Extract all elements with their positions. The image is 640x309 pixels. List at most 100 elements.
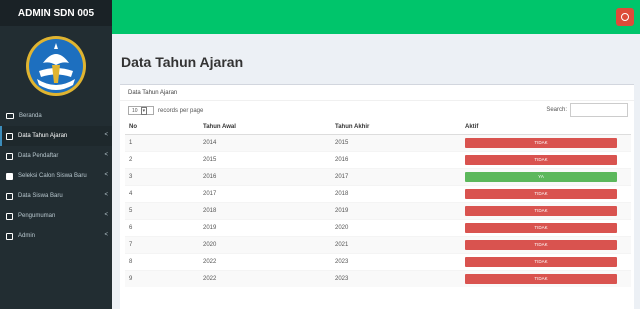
sidebar-item-pengumuman[interactable]: Pengumuman <: [0, 206, 112, 226]
cell-awal: 2020: [199, 235, 331, 253]
table-row: 4 2017 2018 TIDAK: [125, 184, 631, 202]
column-header-no[interactable]: No: [125, 121, 199, 135]
cell-no: 7: [125, 235, 199, 253]
cell-awal: 2014: [199, 133, 331, 151]
cell-aktif: TIDAK: [461, 133, 631, 151]
sidebar-item-label: Seleksi Calon Siswa Baru: [18, 173, 87, 179]
cell-akhir: 2018: [331, 184, 461, 202]
file-icon: [6, 192, 13, 200]
cell-awal: 2018: [199, 201, 331, 219]
file-icon: [6, 132, 13, 140]
column-header-tahun-akhir[interactable]: Tahun Akhir: [331, 121, 461, 135]
cell-no: 8: [125, 252, 199, 270]
chevron-left-icon: <: [104, 172, 108, 178]
file-icon: [6, 212, 13, 220]
status-toggle-button[interactable]: TIDAK: [465, 273, 617, 284]
box-header: Data Tahun Ajaran: [120, 85, 634, 101]
table-row: 2 2015 2016 TIDAK: [125, 150, 631, 168]
file-icon: [6, 152, 13, 160]
column-header-aktif[interactable]: Aktif: [461, 121, 631, 135]
logout-button[interactable]: [616, 8, 634, 26]
cell-no: 1: [125, 133, 199, 151]
sidebar-item-data-tahun-ajaran[interactable]: Data Tahun Ajaran <: [0, 126, 112, 146]
chevron-left-icon: <: [104, 212, 108, 218]
brand-title[interactable]: ADMIN SDN 005: [0, 0, 112, 26]
topbar: [112, 0, 640, 34]
cell-no: 6: [125, 218, 199, 236]
logo-area: [0, 26, 112, 106]
cell-no: 4: [125, 184, 199, 202]
table-row: 3 2016 2017 YA: [125, 167, 631, 185]
cell-no: 2: [125, 150, 199, 168]
sidebar-item-beranda[interactable]: Beranda: [0, 106, 112, 126]
cell-awal: 2022: [199, 269, 331, 287]
cell-akhir: 2023: [331, 269, 461, 287]
cell-akhir: 2020: [331, 218, 461, 236]
sidebar-item-label: Admin: [18, 233, 36, 239]
sidebar-item-label: Beranda: [19, 113, 42, 119]
table-row: 1 2014 2015 TIDAK: [125, 133, 631, 151]
status-toggle-button[interactable]: YA: [465, 171, 617, 182]
cell-akhir: 2016: [331, 150, 461, 168]
database-icon: [6, 172, 13, 180]
cell-akhir: 2021: [331, 235, 461, 253]
file-icon: [6, 232, 13, 240]
status-toggle-button[interactable]: TIDAK: [465, 205, 617, 216]
chevron-left-icon: <: [104, 192, 108, 198]
sidebar-item-data-siswa-baru[interactable]: Data Siswa Baru <: [0, 186, 112, 206]
cell-akhir: 2023: [331, 252, 461, 270]
sidebar-item-label: Data Siswa Baru: [18, 193, 63, 199]
monitor-icon: [6, 113, 14, 119]
cell-no: 9: [125, 269, 199, 287]
cell-aktif: TIDAK: [461, 252, 631, 270]
cell-awal: 2017: [199, 184, 331, 202]
cell-no: 3: [125, 167, 199, 185]
cell-aktif: TIDAK: [461, 235, 631, 253]
chevron-left-icon: <: [104, 152, 108, 158]
status-toggle-button[interactable]: TIDAK: [465, 188, 617, 199]
search-label: Search:: [546, 107, 567, 113]
power-icon: [621, 13, 629, 21]
status-toggle-button[interactable]: TIDAK: [465, 256, 617, 267]
page-length-select[interactable]: 10 ▾: [128, 106, 154, 115]
search-control: Search:: [546, 103, 628, 117]
status-toggle-button[interactable]: TIDAK: [465, 222, 617, 233]
sidebar-item-seleksi-calon-siswa-baru[interactable]: Seleksi Calon Siswa Baru <: [0, 166, 112, 186]
cell-aktif: TIDAK: [461, 269, 631, 287]
table-body: 1 2014 2015 TIDAK 2 2015 2016 TIDAK 3 2016 2017 YA 4…: [125, 133, 631, 287]
column-header-tahun-awal[interactable]: Tahun Awal: [199, 121, 331, 135]
cell-awal: 2019: [199, 218, 331, 236]
page-length-value: 10: [132, 107, 138, 114]
sidebar-item-label: Pengumuman: [18, 213, 56, 219]
page-length-control: 10 ▾ records per page: [128, 106, 203, 115]
cell-aktif: YA: [461, 167, 631, 185]
cell-akhir: 2015: [331, 133, 461, 151]
sidebar-menu: Beranda Data Tahun Ajaran < Data Pendaftar <…: [0, 106, 112, 246]
table-row: 7 2020 2021 TIDAK: [125, 235, 631, 253]
chevron-left-icon: <: [104, 132, 108, 138]
status-toggle-button[interactable]: TIDAK: [465, 154, 617, 165]
cell-awal: 2022: [199, 252, 331, 270]
sidebar-item-admin[interactable]: Admin <: [0, 226, 112, 246]
chevron-left-icon: <: [104, 232, 108, 238]
cell-no: 5: [125, 201, 199, 219]
cell-aktif: TIDAK: [461, 201, 631, 219]
page-title: Data Tahun Ajaran: [121, 54, 244, 70]
cell-akhir: 2019: [331, 201, 461, 219]
table-row: 9 2022 2023 TIDAK: [125, 269, 631, 287]
table-row: 6 2019 2020 TIDAK: [125, 218, 631, 236]
sidebar-item-label: Data Pendaftar: [18, 153, 59, 159]
sidebar-item-label: Data Tahun Ajaran: [18, 133, 68, 139]
search-input[interactable]: [570, 103, 628, 117]
table-row: 5 2018 2019 TIDAK: [125, 201, 631, 219]
sidebar-item-data-pendaftar[interactable]: Data Pendaftar <: [0, 146, 112, 166]
page-length-label: records per page: [158, 107, 204, 114]
chevron-down-icon: ▾: [140, 106, 148, 115]
tahun-ajaran-table: No Tahun Awal Tahun Akhir Aktif 1 2014 201…: [125, 121, 631, 287]
content-box: Data Tahun Ajaran 10 ▾ records per page …: [120, 84, 634, 309]
table-controls: 10 ▾ records per page Search:: [120, 101, 634, 121]
cell-awal: 2016: [199, 167, 331, 185]
cell-akhir: 2017: [331, 167, 461, 185]
status-toggle-button[interactable]: TIDAK: [465, 137, 617, 148]
status-toggle-button[interactable]: TIDAK: [465, 239, 617, 250]
